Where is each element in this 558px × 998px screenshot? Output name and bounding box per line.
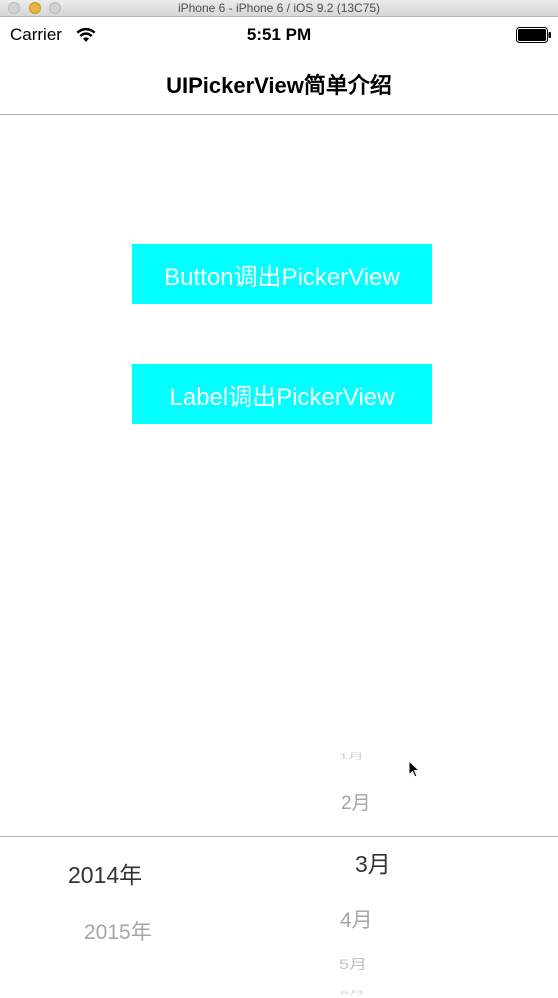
button-show-picker-button[interactable]: Button调出PickerView: [132, 244, 432, 304]
status-bar: Carrier 5:51 PM: [0, 18, 558, 52]
window-title-bar: iPhone 6 - iPhone 6 / iOS 9.2 (13C75): [0, 0, 558, 17]
picker-month-row[interactable]: 5月: [339, 954, 367, 974]
picker-month-row[interactable]: 6月: [340, 988, 365, 996]
picker-selection-line: [0, 836, 558, 837]
picker-month-row[interactable]: 4月: [340, 904, 373, 934]
picker-month-row[interactable]: 1月: [339, 750, 364, 761]
label-show-picker-button[interactable]: Label调出PickerView: [132, 364, 432, 424]
navigation-bar: UIPickerView简单介绍: [0, 52, 558, 115]
window-title: iPhone 6 - iPhone 6 / iOS 9.2 (13C75): [177, 1, 381, 15]
picker-month-row[interactable]: 2月: [341, 788, 371, 815]
picker-view[interactable]: 2014年 2015年 1月 2月 3月 4月 5月 6月: [0, 740, 558, 998]
battery-icon: [516, 27, 551, 43]
status-time: 5:51 PM: [246, 25, 312, 44]
picker-year-row[interactable]: 2014年: [68, 856, 142, 890]
picker-month-row[interactable]: 3月: [355, 845, 391, 879]
mouse-cursor-icon: [408, 760, 420, 778]
page-title: UIPickerView简单介绍: [166, 73, 392, 98]
picker-year-row[interactable]: 2015年: [84, 916, 152, 946]
